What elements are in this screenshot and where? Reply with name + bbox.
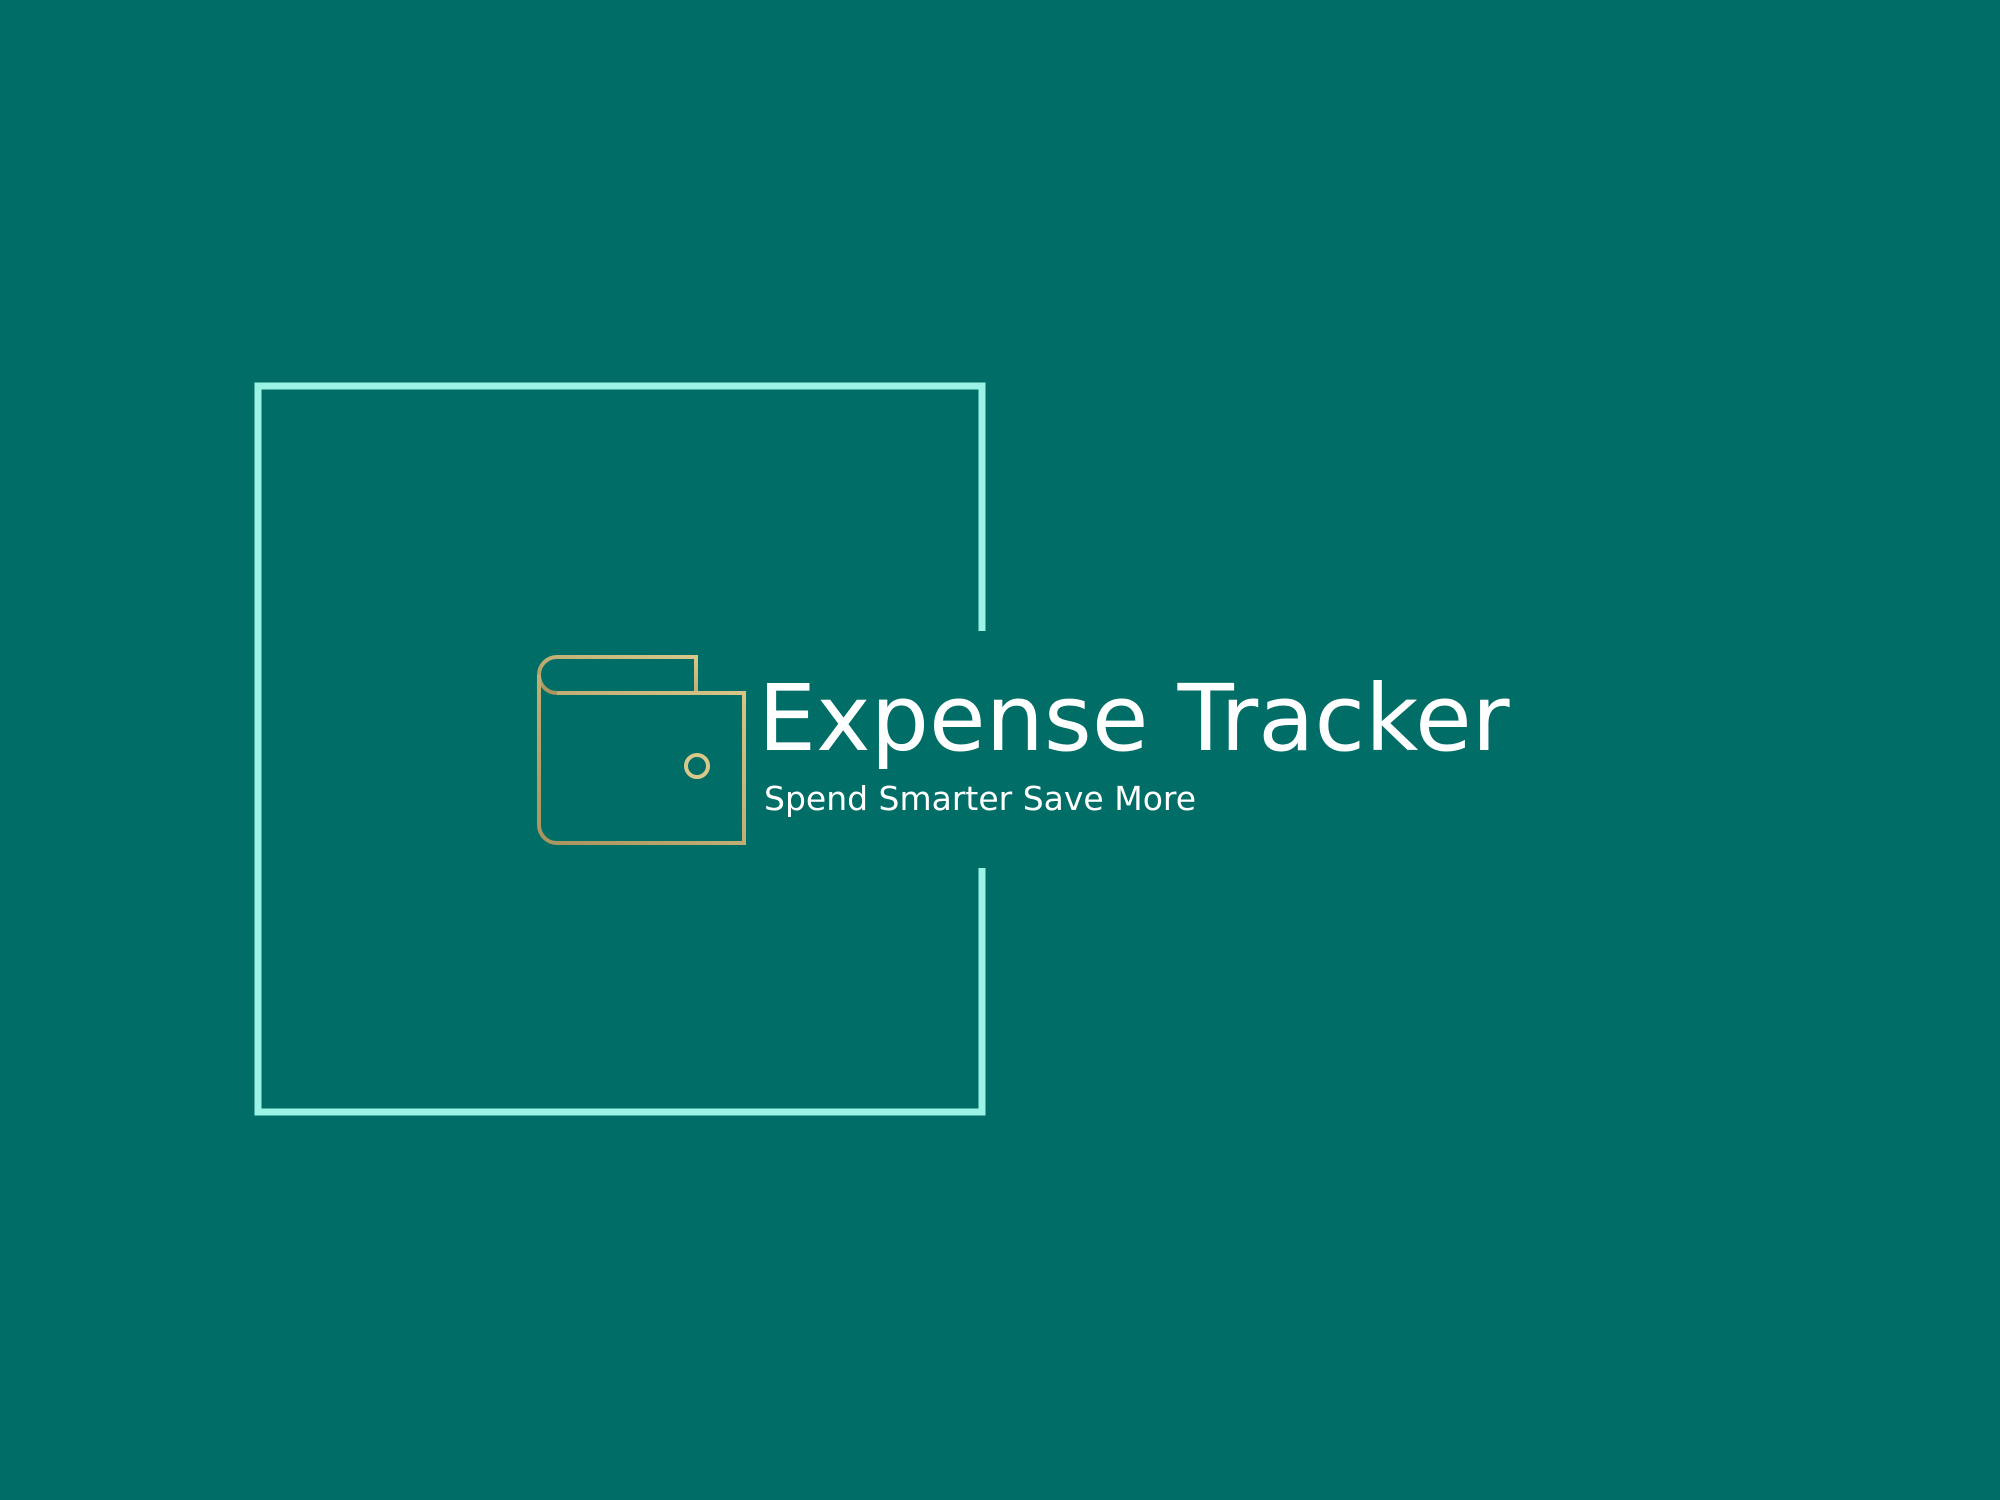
wallet-icon [536,655,746,845]
app-tagline: Spend Smarter Save More [764,779,1197,818]
logo-canvas: Expense Tracker Spend Smarter Save More [0,0,2000,1500]
app-title: Expense Tracker [758,665,1510,772]
